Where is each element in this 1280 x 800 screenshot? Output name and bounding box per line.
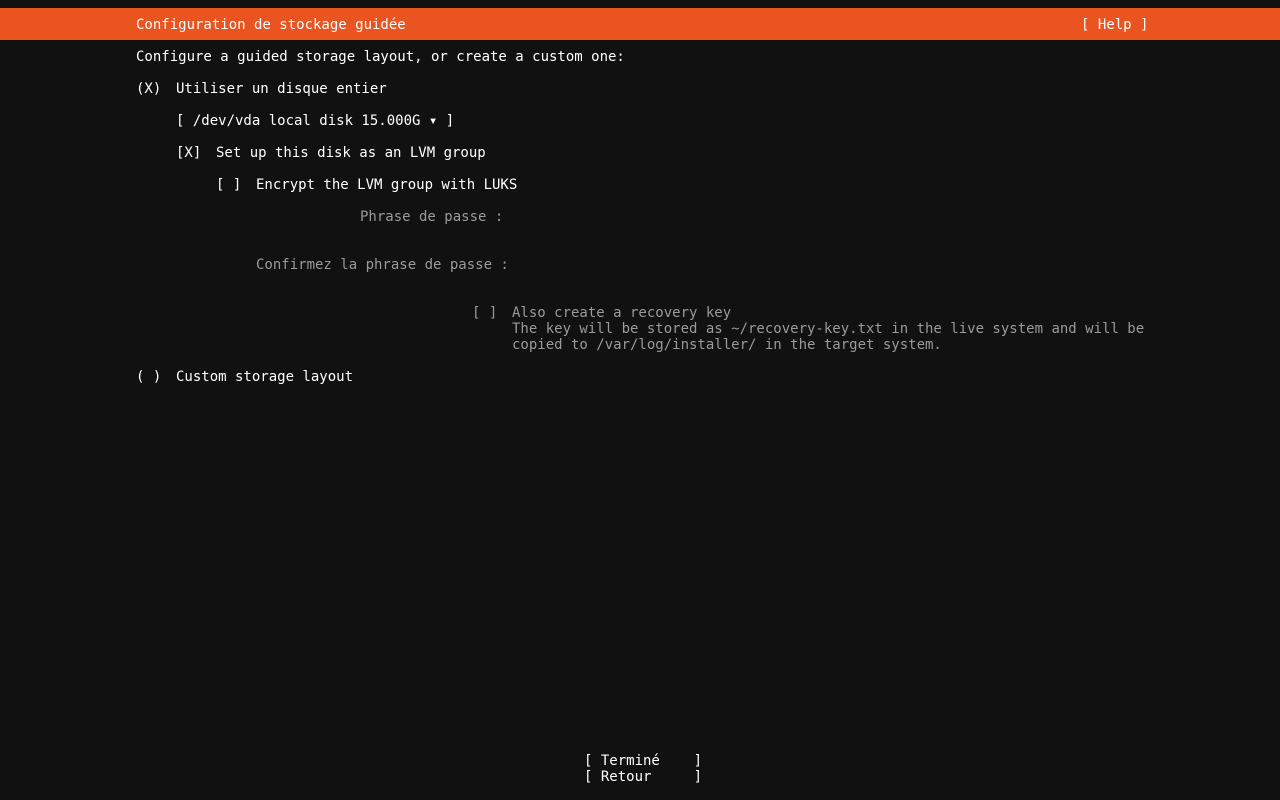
use-entire-disk-radio[interactable]: (X)	[136, 81, 161, 97]
disk-select[interactable]: [ /dev/vda local disk 15.000G ▾ ]	[176, 113, 454, 129]
custom-layout-label: Custom storage layout	[176, 369, 354, 385]
passphrase-label: Phrase de passe :	[360, 209, 504, 225]
recovery-key-checkbox: [ ]	[472, 305, 498, 321]
header-bar: Configuration de stockage guidée [ Help …	[0, 8, 1280, 40]
help-button[interactable]: [ Help ]	[1081, 17, 1148, 33]
lvm-label: Set up this disk as an LVM group	[216, 145, 486, 161]
luks-label: Encrypt the LVM group with LUKS	[256, 177, 518, 193]
top-border	[0, 0, 1280, 8]
passphrase-field	[512, 209, 1112, 225]
back-button[interactable]: [ Retour ]	[584, 769, 702, 785]
lvm-checkbox[interactable]: [X]	[176, 145, 201, 161]
page-title: Configuration de stockage guidée	[136, 17, 406, 33]
done-button[interactable]: [ Terminé ]	[584, 753, 702, 769]
use-entire-disk-label: Utiliser un disque entier	[176, 81, 387, 97]
intro-text: Configure a guided storage layout, or cr…	[136, 49, 625, 65]
recovery-key-label: Also create a recovery key	[512, 305, 732, 321]
luks-checkbox[interactable]: [ ]	[216, 177, 241, 193]
recovery-key-help-line1: The key will be stored as ~/recovery-key…	[512, 321, 1145, 337]
confirm-passphrase-label: Confirmez la phrase de passe :	[256, 257, 509, 273]
custom-layout-radio[interactable]: ( )	[136, 369, 161, 385]
confirm-passphrase-field	[512, 257, 1112, 273]
recovery-key-help-line2: copied to /var/log/installer/ in the tar…	[512, 337, 942, 353]
